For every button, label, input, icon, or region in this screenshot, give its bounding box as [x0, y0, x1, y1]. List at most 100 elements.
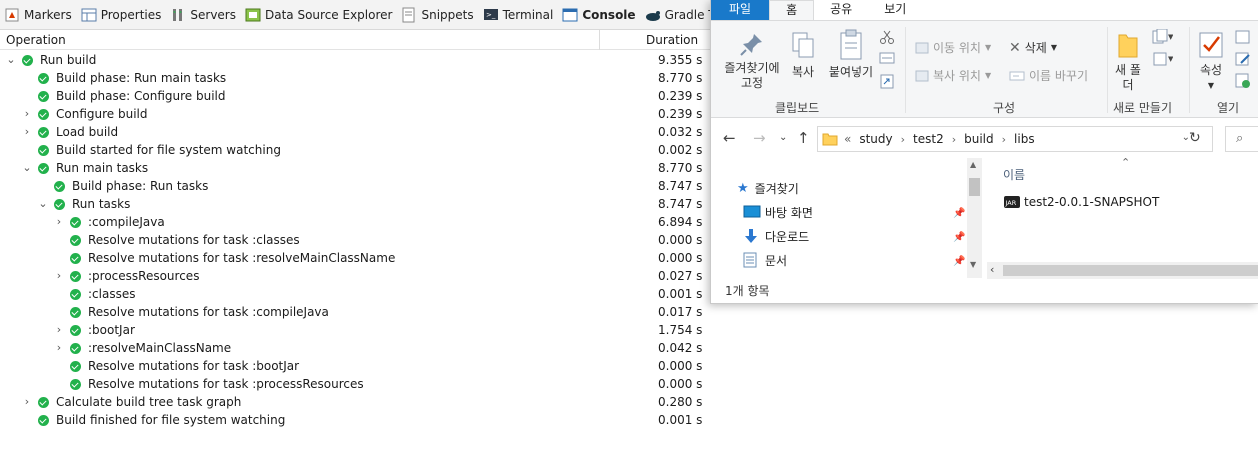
- recent-locations-chevron-icon[interactable]: ⌄: [779, 132, 787, 143]
- chevron-down-icon[interactable]: ⌄: [22, 159, 32, 177]
- ribbon-tab-file[interactable]: 파일: [711, 0, 770, 20]
- tree-row[interactable]: › Configure build 0.239 s: [0, 105, 703, 123]
- chevron-right-icon[interactable]: ›: [22, 123, 32, 141]
- file-list-horizontal-scrollbar[interactable]: ‹: [987, 262, 1258, 279]
- pin-icon[interactable]: 📌: [953, 256, 965, 267]
- edit-button[interactable]: [1235, 51, 1251, 70]
- chevron-right-icon[interactable]: ›: [54, 339, 64, 357]
- ribbon-tab-view[interactable]: 보기: [868, 0, 922, 20]
- tree-row[interactable]: Build phase: Run main tasks 8.770 s: [0, 69, 702, 87]
- tree-row[interactable]: Resolve mutations for task :bootJar 0.000…: [0, 357, 703, 375]
- up-arrow-icon[interactable]: ↑: [797, 129, 810, 147]
- tab-console[interactable]: Console: [558, 0, 640, 29]
- scroll-down-icon[interactable]: ▼: [970, 260, 976, 269]
- breadcrumb-libs[interactable]: libs: [1014, 132, 1035, 146]
- easy-access-button[interactable]: ▼: [1151, 51, 1174, 70]
- scroll-left-icon[interactable]: ‹: [990, 263, 994, 276]
- tree-row[interactable]: › Load build 0.032 s: [0, 123, 703, 141]
- breadcrumb-overflow[interactable]: «: [844, 132, 851, 146]
- pin-icon[interactable]: 📌: [953, 208, 965, 219]
- tree-row[interactable]: ›:compileJava 6.894 s: [0, 213, 703, 231]
- tree-row[interactable]: Resolve mutations for task :classes 0.000…: [0, 231, 702, 249]
- scroll-up-icon[interactable]: ▲: [970, 160, 976, 169]
- tree-row[interactable]: ⌄ Run build 9.355 s: [0, 51, 702, 69]
- scrollbar-thumb[interactable]: [1003, 265, 1258, 276]
- tree-row[interactable]: Resolve mutations for task :processResou…: [0, 375, 702, 393]
- tree-row[interactable]: › Calculate build tree task graph 0.280 s: [0, 393, 703, 411]
- new-folder-button[interactable]: 새 폴더: [1113, 31, 1143, 93]
- tab-properties[interactable]: Properties: [77, 0, 167, 29]
- copy-button[interactable]: 복사: [787, 31, 819, 80]
- chevron-down-icon: ▼: [1207, 81, 1215, 90]
- operation-duration: 0.000 s: [658, 359, 703, 373]
- paste-shortcut-button[interactable]: [879, 73, 895, 92]
- breadcrumb-test2[interactable]: test2: [913, 132, 944, 146]
- copy-path-button[interactable]: [879, 51, 895, 68]
- copy-to-button[interactable]: 복사 위치 ▼: [915, 67, 991, 84]
- tab-gradle-tasks[interactable]: Gradle Tasks: [641, 0, 720, 29]
- tree-row[interactable]: Build phase: Run tasks 8.747 s: [0, 177, 702, 195]
- tree-row[interactable]: Build started for file system watching 0.…: [0, 141, 702, 159]
- tree-row[interactable]: Build phase: Configure build 0.239 s: [0, 87, 702, 105]
- address-bar[interactable]: « study › test2 › build › libs ⌄: [817, 126, 1213, 152]
- column-divider[interactable]: [599, 30, 600, 50]
- tree-row[interactable]: ›:resolveMainClassName 0.042 s: [0, 339, 703, 357]
- pin-icon[interactable]: 📌: [953, 232, 965, 243]
- tab-servers[interactable]: Servers: [166, 0, 241, 29]
- chevron-right-icon[interactable]: ›: [22, 105, 32, 123]
- file-item[interactable]: JAR test2-0.0.1-SNAPSHOT: [1003, 194, 1159, 210]
- rename-button[interactable]: 이름 바꾸기: [1009, 67, 1088, 84]
- ribbon-tab-share[interactable]: 공유: [814, 0, 868, 20]
- nav-item-documents[interactable]: 문서: [743, 250, 787, 270]
- navigation-scrollbar[interactable]: ▲ ▼: [967, 158, 982, 278]
- tab-terminal[interactable]: >_ Terminal: [479, 0, 559, 29]
- breadcrumb-study[interactable]: study: [859, 132, 892, 146]
- pin-to-quick-access-button[interactable]: 즐겨찾기에 고정: [717, 31, 787, 91]
- column-operation[interactable]: Operation: [6, 33, 66, 47]
- success-check-icon: [54, 199, 65, 210]
- tab-data-source-explorer[interactable]: Data Source Explorer: [241, 0, 397, 29]
- tree-row[interactable]: ⌄ Run main tasks 8.770 s: [0, 159, 702, 177]
- chevron-right-icon[interactable]: ›: [54, 213, 64, 231]
- chevron-right-icon[interactable]: ›: [54, 321, 64, 339]
- breadcrumb-build[interactable]: build: [964, 132, 994, 146]
- chevron-right-icon[interactable]: ›: [22, 393, 32, 411]
- paste-button[interactable]: 붙여넣기: [825, 29, 877, 80]
- open-button[interactable]: [1235, 29, 1251, 48]
- scrollbar-thumb[interactable]: [969, 178, 980, 196]
- nav-item-desktop[interactable]: 바탕 화면: [743, 202, 813, 222]
- tree-row[interactable]: Resolve mutations for task :compileJava 0…: [0, 303, 702, 321]
- history-button[interactable]: [1235, 73, 1251, 92]
- column-duration[interactable]: Duration: [646, 33, 698, 47]
- nav-item-quick-access[interactable]: ★ 즐겨찾기: [737, 178, 799, 198]
- refresh-icon[interactable]: ↻: [1189, 130, 1201, 146]
- nav-item-downloads[interactable]: 다운로드: [743, 226, 809, 246]
- ribbon-tab-home[interactable]: 홈: [769, 0, 815, 20]
- breadcrumb-separator-icon[interactable]: ›: [952, 133, 956, 146]
- chevron-down-icon[interactable]: ⌄: [6, 51, 16, 69]
- tree-row[interactable]: ›:processResources 0.027 s: [0, 267, 703, 285]
- folder-icon: [1118, 34, 1138, 58]
- tree-row[interactable]: :classes 0.001 s: [0, 285, 702, 303]
- properties-button[interactable]: 속성 ▼: [1195, 31, 1227, 93]
- breadcrumb-separator-icon[interactable]: ›: [901, 133, 905, 146]
- new-item-button[interactable]: ▼: [1151, 28, 1174, 48]
- chevron-down-icon[interactable]: ⌄: [38, 195, 48, 213]
- chevron-right-icon[interactable]: ›: [54, 267, 64, 285]
- forward-arrow-icon[interactable]: →: [753, 129, 766, 147]
- delete-button[interactable]: ✕ 삭제 ▼: [1009, 39, 1057, 56]
- tree-row[interactable]: Build finished for file system watching 0…: [0, 411, 702, 429]
- markers-icon: [4, 7, 20, 23]
- back-arrow-icon[interactable]: ←: [723, 129, 736, 147]
- move-to-button[interactable]: 이동 위치 ▼: [915, 39, 991, 56]
- breadcrumb-separator-icon[interactable]: ›: [1002, 133, 1006, 146]
- tab-markers[interactable]: Markers: [0, 0, 77, 29]
- tree-row[interactable]: ⌄ Run tasks 8.747 s: [0, 195, 702, 213]
- tab-snippets[interactable]: Snippets: [397, 0, 478, 29]
- tree-row[interactable]: ›:bootJar 1.754 s: [0, 321, 703, 339]
- column-header-name[interactable]: 이름: [1003, 166, 1025, 183]
- sort-chevron-up-icon[interactable]: ⌃: [1121, 156, 1130, 169]
- cut-button[interactable]: [879, 29, 895, 48]
- search-box[interactable]: ⌕: [1225, 126, 1258, 152]
- tree-row[interactable]: Resolve mutations for task :resolveMainC…: [0, 249, 702, 267]
